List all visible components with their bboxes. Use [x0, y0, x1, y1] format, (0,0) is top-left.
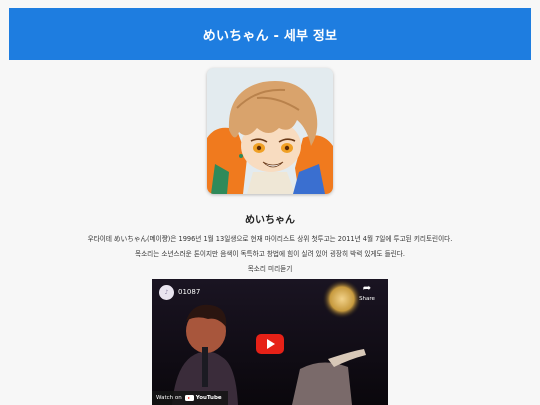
page-header: めいちゃん - 세부 정보: [9, 8, 531, 60]
play-button[interactable]: [256, 334, 284, 354]
share-button[interactable]: ➦ Share: [356, 283, 378, 303]
channel-avatar-icon[interactable]: ♪: [159, 285, 174, 300]
youtube-logo: YouTube: [184, 395, 222, 401]
page-title: めいちゃん - 세부 정보: [202, 28, 338, 44]
youtube-logo-icon: [184, 395, 194, 401]
avatar-illustration: [207, 68, 333, 194]
play-icon: [267, 339, 275, 349]
video-player[interactable]: ♪ 01087 ➦ Share Watch on YouTube: [152, 279, 388, 405]
description-line-2: 목소리는 소년스러운 톤이지만 음색이 독특하고 창법에 힘이 실려 있어 굉장…: [135, 250, 405, 258]
share-label: Share: [359, 296, 375, 302]
watch-on-label: Watch on: [156, 395, 182, 401]
watch-on-youtube-button[interactable]: Watch on YouTube: [152, 391, 228, 405]
page: めいちゃん - 세부 정보 めいちゃん 우타이테 めいちゃん(메이쨩)은 199…: [0, 0, 540, 405]
description-line-1: 우타이테 めいちゃん(메이쨩)은 1996년 1월 13일생으로 현재 마이리스…: [87, 235, 453, 243]
youtube-label: YouTube: [195, 395, 222, 401]
share-arrow-icon: ➦: [362, 283, 372, 294]
avatar: [207, 68, 333, 194]
voice-preview-label: 목소리 미리듣기: [247, 265, 293, 273]
video-title[interactable]: 01087: [178, 288, 200, 296]
artist-name: めいちゃん: [245, 215, 295, 226]
